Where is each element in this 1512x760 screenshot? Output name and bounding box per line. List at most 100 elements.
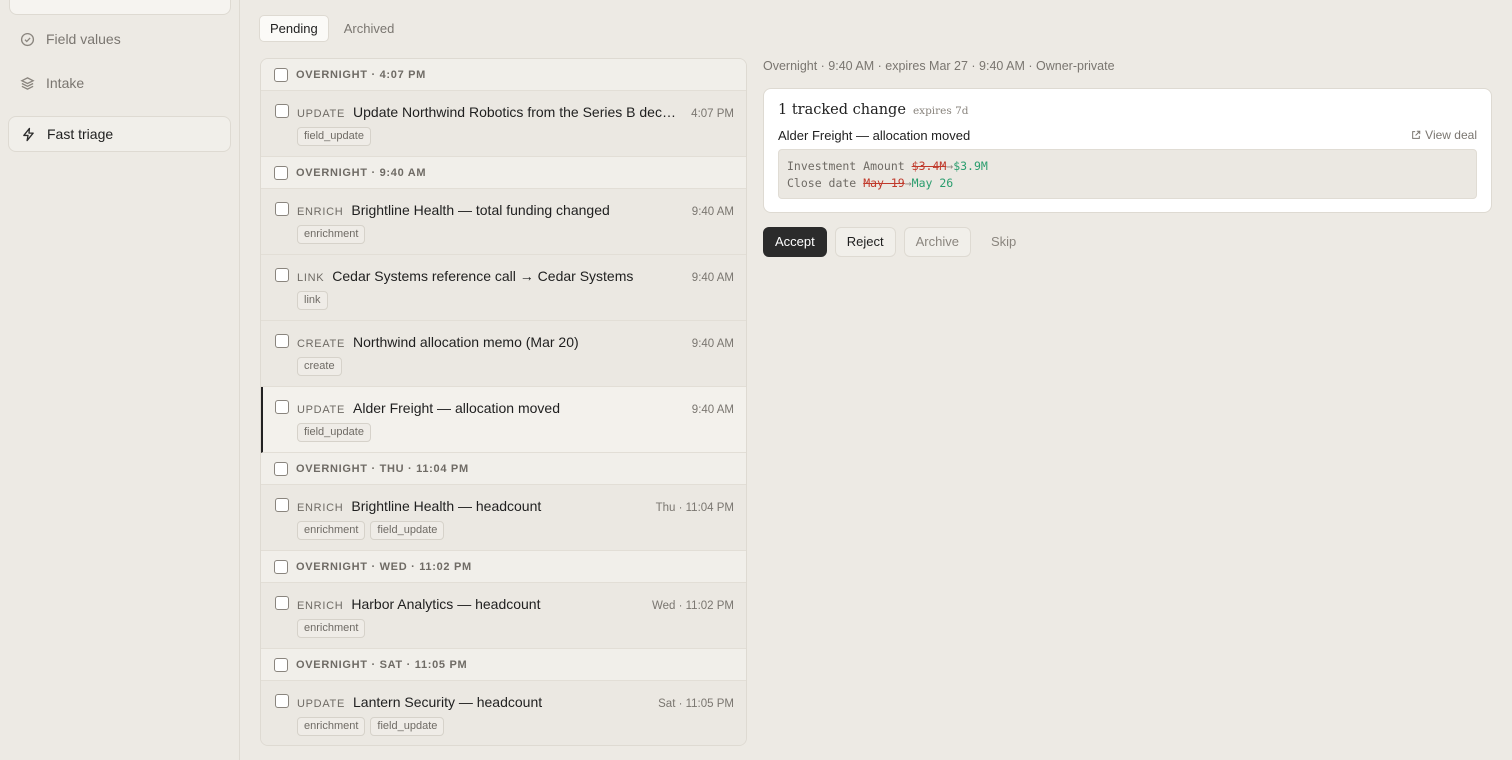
item-tags: field_update [297,127,376,146]
item-row: ENRICH Brightline Health — headcount Thu ·… [297,498,734,514]
diff-new-value: $3.9M [953,159,988,173]
item-kind: UPDATE [297,698,346,710]
item-checkbox[interactable] [275,104,289,118]
group-header: OVERNIGHT · 9:40 AM [261,157,746,189]
item-kind: ENRICH [297,206,344,218]
tag-badge: enrichment [297,521,366,540]
tag-badge: create [297,357,342,376]
sidebar-item-intake[interactable]: Intake [8,65,231,101]
list-item[interactable]: CREATE Northwind allocation memo (Mar 20)… [261,321,746,387]
tag-badge: field_update [297,127,371,146]
item-tags: enrichment field_update [297,521,449,540]
item-kind: UPDATE [297,404,346,416]
card-expires: expires 7d [912,105,969,117]
item-time: 9:40 AM [691,272,734,284]
item-checkbox[interactable] [275,596,289,610]
tag-badge: field_update [370,717,445,736]
view-deal-label: View deal [1425,128,1477,142]
list-item[interactable]: UPDATE Alder Freight — allocation moved 9:… [261,387,746,453]
item-row: UPDATE Alder Freight — allocation moved 9:… [297,400,734,416]
item-checkbox[interactable] [275,334,289,348]
sidebar-item-label: Intake [46,75,85,91]
view-deal-link[interactable]: View deal [1411,128,1477,142]
item-title: Update Northwind Robotics from the Serie… [353,104,682,120]
list-item[interactable]: UPDATE Update Northwind Robotics from the… [261,91,746,157]
sidebar-item-label: Field values [46,31,121,47]
group-label: OVERNIGHT · 4:07 PM [296,68,427,81]
group-checkbox[interactable] [274,67,288,82]
item-checkbox[interactable] [275,498,289,512]
item-title: Harbor Analytics — headcount [351,596,541,612]
sidebar-item-field-values[interactable]: Field values [8,21,231,57]
item-checkbox[interactable] [275,268,289,282]
item-tags: enrichment [297,225,370,244]
skip-button[interactable]: Skip [979,227,1028,257]
diff-line: Close date May 19→May 26 [787,175,1468,192]
tracked-change-card: 1 tracked change expires 7d Alder Freigh… [763,88,1492,213]
tag-badge: field_update [297,423,371,442]
tag-badge: field_update [370,521,445,540]
tab-pending[interactable]: Pending [259,15,329,42]
diff-field: Investment Amount [787,159,905,173]
diff-new-value: May 26 [911,176,954,190]
group-header: OVERNIGHT · THU · 11:04 PM [261,453,746,485]
item-checkbox[interactable] [275,400,289,414]
item-time: 9:40 AM [691,206,734,218]
item-time: 9:40 AM [691,404,734,416]
check-circle-icon [20,32,35,46]
list-item[interactable]: ENRICH Brightline Health — total funding … [261,189,746,255]
list-item[interactable]: LINK Cedar Systems reference call → Cedar… [261,255,746,321]
item-kind: LINK [297,272,325,284]
group-label: OVERNIGHT · WED · 11:02 PM [296,560,472,573]
layers-icon [20,76,35,90]
item-title: Brightline Health — total funding change… [351,202,610,218]
tab-bar: Pending Archived [259,15,409,42]
item-kind: CREATE [297,338,346,350]
sidebar-item-partial[interactable] [9,0,231,15]
group-checkbox[interactable] [274,165,288,180]
sidebar-item-fast-triage[interactable]: Fast triage [8,116,231,152]
group-checkbox[interactable] [274,461,288,476]
item-time: Sat · 11:05 PM [658,698,734,710]
item-row: UPDATE Update Northwind Robotics from the… [297,104,734,120]
reject-button[interactable]: Reject [834,227,896,257]
item-tags: enrichment field_update [297,717,449,736]
tag-badge: enrichment [297,717,366,736]
diff-old-value: May 19 [863,176,905,190]
item-checkbox[interactable] [275,202,289,216]
item-kind: UPDATE [297,108,346,120]
item-tags: enrichment [297,619,370,638]
diff-arrow: → [904,176,912,190]
card-header: 1 tracked change expires 7d [778,102,969,118]
item-title: Brightline Health — headcount [351,498,542,514]
group-checkbox[interactable] [274,657,288,672]
item-row: UPDATE Lantern Security — headcount Sat · … [297,694,734,710]
item-checkbox[interactable] [275,694,289,708]
diff-line: Investment Amount $3.4M→$3.9M [787,158,1468,175]
item-row: ENRICH Brightline Health — total funding … [297,202,734,218]
diff-field: Close date [787,176,857,190]
list-item[interactable]: UPDATE Lantern Security — headcount Sat · … [261,681,746,745]
tab-archived[interactable]: Archived [333,15,406,42]
group-checkbox[interactable] [274,559,288,574]
list-item[interactable]: ENRICH Harbor Analytics — headcount Wed · … [261,583,746,649]
accept-button[interactable]: Accept [763,227,827,257]
sidebar: Field values Intake Fast triage [0,0,240,760]
list-item[interactable]: ENRICH Brightline Health — headcount Thu ·… [261,485,746,551]
item-tags: field_update [297,423,376,442]
item-row: LINK Cedar Systems reference call → Cedar… [297,268,734,284]
change-diff: Investment Amount $3.4M→$3.9M Close date … [778,149,1477,199]
card-subtitle: Alder Freight — allocation moved [778,128,971,143]
item-tags: create [297,357,347,376]
item-title: Alder Freight — allocation moved [353,400,561,416]
action-bar: Accept Reject Archive Skip [763,227,1036,257]
archive-button[interactable]: Archive [903,227,971,257]
group-label: OVERNIGHT · THU · 11:04 PM [296,462,469,475]
card-title: 1 tracked change [778,102,906,118]
group-header: OVERNIGHT · SAT · 11:05 PM [261,649,746,681]
item-time: 4:07 PM [691,108,734,120]
item-kind: ENRICH [297,600,344,612]
item-row: ENRICH Harbor Analytics — headcount Wed · … [297,596,734,612]
group-header: OVERNIGHT · 4:07 PM [261,59,746,91]
triage-list: OVERNIGHT · 4:07 PM UPDATE Update Northwin… [260,58,747,746]
